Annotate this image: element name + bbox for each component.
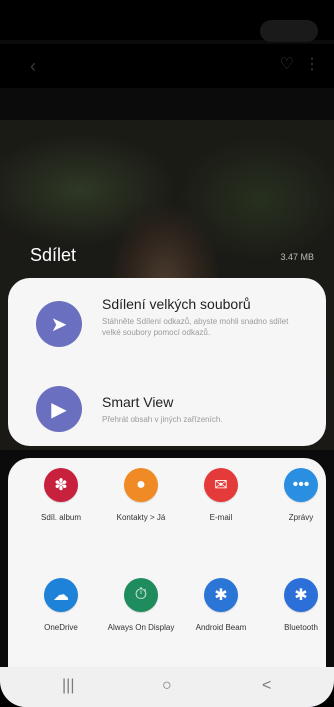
app-contacts-me[interactable]: ● Kontakty > Já [106, 468, 176, 523]
app-label: Kontakty > Já [116, 513, 166, 522]
home-button[interactable]: ○ [162, 677, 172, 695]
app-label: Android Beam [195, 623, 247, 632]
share-title: Sdílet [30, 245, 77, 265]
app-always-on-display[interactable]: ⏱ Always On Display [106, 578, 176, 633]
app-messages[interactable]: ••• Zprávy [266, 468, 334, 523]
smart-view-subtitle: Přehrát obsah v jiných zařízeních. [102, 415, 223, 424]
share-size: 3.47 MB [280, 252, 314, 262]
navigation-bar: ||| ○ < [0, 667, 334, 707]
smart-view-title: Smart View [102, 394, 174, 410]
app-label: Bluetooth [284, 623, 318, 632]
link-share-icon: ➤ [36, 301, 82, 347]
clock-icon: ⏱ [124, 578, 158, 612]
app-email[interactable]: ✉ E-mail [186, 468, 256, 523]
bluetooth-icon: ✱ [204, 578, 238, 612]
back-icon[interactable]: ‹ [30, 56, 36, 77]
share-options-card: ➤ Sdílení velkých souborů Stáhněte Sdíle… [8, 278, 326, 446]
recent-apps-button[interactable]: ||| [62, 677, 74, 695]
flower-icon: ✽ [44, 468, 78, 502]
app-label: OneDrive [44, 623, 78, 632]
phone-screen: ‹ ♡ ⋮ Sdílet 3.47 MB ➤ Sdílení velkých s… [0, 0, 334, 707]
back-button[interactable]: < [262, 677, 271, 695]
app-label: Sdíl. album [40, 513, 82, 522]
app-label: E-mail [209, 513, 233, 522]
status-pill [260, 20, 318, 42]
app-shared-album[interactable]: ✽ Sdíl. album [26, 468, 96, 523]
app-label: Zprávy [288, 513, 314, 522]
status-bar [0, 0, 334, 42]
heart-icon[interactable]: ♡ [280, 54, 294, 74]
mail-icon: ✉ [204, 468, 238, 502]
cloud-icon: ☁ [44, 578, 78, 612]
app-bluetooth[interactable]: ✱ Bluetooth [266, 578, 334, 633]
app-android-beam[interactable]: ✱ Android Beam [186, 578, 256, 633]
big-files-title: Sdílení velkých souborů [102, 296, 251, 312]
big-files-option[interactable]: ➤ Sdílení velkých souborů Stáhněte Sdíle… [36, 296, 310, 356]
chat-icon: ••• [284, 468, 318, 502]
smart-view-option[interactable]: ▶ Smart View Přehrát obsah v jiných zaří… [36, 386, 310, 438]
more-options-icon[interactable]: ⋮ [304, 54, 320, 74]
big-files-subtitle: Stáhněte Sdílení odkazů, abyste mohli sn… [102, 317, 289, 337]
bluetooth-icon: ✱ [284, 578, 318, 612]
gallery-topbar: ‹ ♡ ⋮ [0, 44, 334, 88]
app-onedrive[interactable]: ☁ OneDrive [26, 578, 96, 633]
person-icon: ● [124, 468, 158, 502]
app-label: Always On Display [107, 623, 175, 632]
smart-view-icon: ▶ [36, 386, 82, 432]
